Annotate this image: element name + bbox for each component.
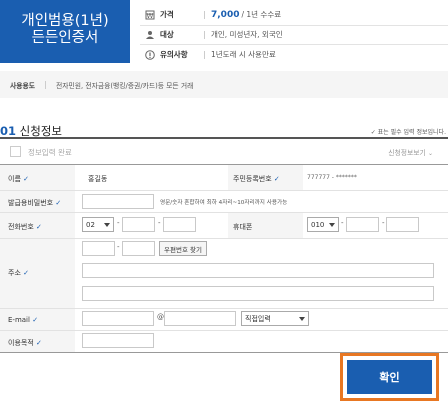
chevron-down-icon	[329, 222, 335, 227]
view-application-link[interactable]: 신청정보보기 ⌄	[388, 147, 433, 157]
info-complete-checkbox[interactable]	[10, 146, 21, 157]
product-name-line2: 든든인증서	[31, 30, 99, 46]
dash: -	[117, 243, 120, 251]
mobile-prefix-select[interactable]: 010	[307, 217, 339, 232]
email-id-input[interactable]	[82, 311, 154, 326]
usage-key: 사용용도	[10, 81, 36, 90]
usage-bar: 사용용도 전자민원, 전자금융(뱅킹/증권/카드)등 모든 거래	[0, 71, 448, 98]
password-hint: 영문/숫자 혼합하여 최하 4자리~10자리까지 사용가능	[160, 200, 288, 206]
address-line2-input[interactable]	[82, 286, 434, 301]
product-badge: 개인범용(1년) 든든인증서	[0, 0, 130, 63]
confirm-highlight: 확인	[340, 353, 439, 401]
mobile-label: 휴대폰	[233, 223, 253, 231]
dash: -	[382, 219, 385, 227]
rrn-label: 주민등록번호 ✓	[233, 175, 280, 183]
rrn-value: 777777 - *******	[307, 174, 357, 181]
info-key: 가격	[160, 10, 174, 19]
purpose-label: 이용목적 ✓	[8, 339, 42, 347]
name-value: 홍길동	[88, 175, 108, 183]
password-input[interactable]	[82, 194, 154, 209]
chevron-down-icon: ⌄	[427, 150, 433, 157]
password-label: 발급용비밀번호 ✓	[8, 199, 62, 207]
product-name-line1: 개인범용(1년)	[21, 13, 109, 29]
zip-last-input[interactable]	[122, 241, 155, 256]
find-zip-button[interactable]: 우편번호 찾기	[159, 241, 207, 256]
usage-value: 전자민원, 전자금융(뱅킹/증권/카드)등 모든 거래	[56, 81, 194, 90]
phone-label: 전화번호 ✓	[8, 223, 42, 231]
info-key: 유의사항	[160, 50, 188, 59]
dash: -	[117, 219, 120, 227]
section-number: 01	[0, 124, 17, 138]
info-price-row: ₩ 가격 7,000 / 1년 수수료	[145, 9, 281, 20]
chevron-down-icon	[299, 316, 305, 321]
dash: -	[341, 219, 344, 227]
email-label: E-mail ✓	[8, 316, 39, 324]
info-value: 개인, 미성년자, 외국인	[211, 30, 283, 39]
zip-first-input[interactable]	[82, 241, 115, 256]
section-title-text: 신청정보	[19, 124, 62, 138]
info-complete-label: 정보입력 완료	[28, 148, 72, 157]
price-value: 7,000	[211, 9, 240, 20]
name-label: 이름 ✓	[8, 175, 29, 183]
purpose-input[interactable]	[82, 333, 154, 348]
at-sign: @	[157, 313, 164, 321]
dash: -	[158, 219, 161, 227]
email-domain-select[interactable]: 직접입력	[241, 311, 309, 326]
address-label: 주소 ✓	[8, 269, 29, 277]
mobile-last-input[interactable]	[386, 217, 419, 232]
info-key: 대상	[160, 30, 174, 39]
section-divider	[0, 137, 448, 139]
svg-text:₩: ₩	[147, 12, 154, 20]
chevron-down-icon	[104, 222, 110, 227]
confirm-button[interactable]: 확인	[347, 360, 432, 394]
view-more-text: 신청정보보기	[388, 149, 426, 157]
info-value: 1년도래 시 사용만료	[211, 50, 276, 59]
info-caution-row: 유의사항 1년도래 시 사용만료	[145, 49, 276, 60]
warning-icon	[145, 49, 155, 60]
email-domain-input[interactable]	[164, 311, 236, 326]
mobile-middle-input[interactable]	[346, 217, 379, 232]
required-note: ✓ 표는 필수 입력 정보입니다.	[370, 129, 446, 136]
phone-last-input[interactable]	[163, 217, 196, 232]
info-value: / 1년 수수료	[241, 10, 282, 19]
address-line1-input[interactable]	[82, 263, 434, 278]
won-icon: ₩	[145, 10, 155, 20]
phone-middle-input[interactable]	[122, 217, 155, 232]
phone-prefix-select[interactable]: 02	[82, 217, 114, 232]
person-icon	[145, 30, 155, 40]
info-target-row: 대상 개인, 미성년자, 외국인	[145, 29, 283, 40]
